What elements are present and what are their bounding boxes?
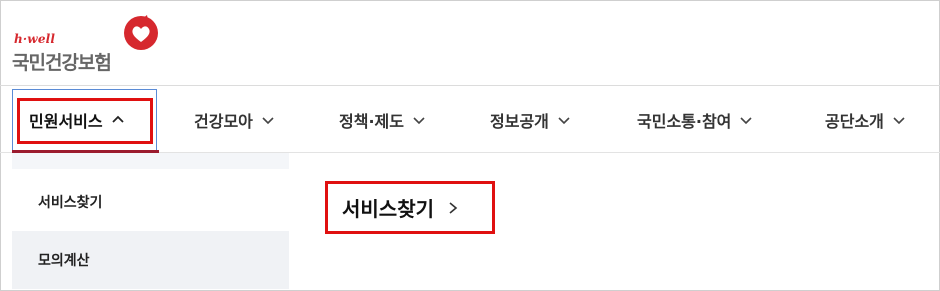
highlight-box-gnb <box>17 98 153 144</box>
gnb-item-disclosure[interactable]: 정보공개 <box>490 87 571 153</box>
gnb-item-label: 정보공개 <box>490 112 549 131</box>
submenu-item-label: 서비스찾기 <box>38 195 103 211</box>
gnb-item-label: 정책·제도 <box>339 112 404 131</box>
gnb-item-participation[interactable]: 국민소통·참여 <box>637 87 753 153</box>
chevron-down-icon <box>893 117 905 125</box>
gnb-item-label: 건강모아 <box>194 112 253 131</box>
gnb-item-policy[interactable]: 정책·제도 <box>339 87 426 153</box>
submenu-item-label: 모의계산 <box>38 253 90 269</box>
chevron-down-icon <box>262 117 274 125</box>
submenu-panel: 서비스찾기 모의계산 <box>12 153 289 291</box>
heart-logo-icon <box>124 15 158 50</box>
chevron-down-icon <box>413 117 425 125</box>
content-title-label: 서비스찾기 <box>342 197 434 221</box>
site-header: h·well 국민건강보험 <box>0 0 940 86</box>
logo-name: 국민건강보험 <box>12 52 112 74</box>
chevron-right-icon <box>449 201 458 214</box>
chevron-down-icon <box>740 117 752 125</box>
submenu-item-mock-calc[interactable]: 모의계산 <box>12 231 289 289</box>
gnb-item-health[interactable]: 건강모아 <box>194 87 275 153</box>
submenu-item-top <box>12 153 289 169</box>
gnb-item-about[interactable]: 공단소개 <box>825 87 906 153</box>
gnb-item-label: 국민소통·참여 <box>637 112 732 131</box>
submenu-item-find-service[interactable]: 서비스찾기 <box>12 179 289 225</box>
content-title-link[interactable]: 서비스찾기 <box>325 181 495 234</box>
gnb-item-label: 공단소개 <box>825 112 884 131</box>
logo[interactable]: h·well 국민건강보험 <box>12 14 172 74</box>
chevron-down-icon <box>558 117 570 125</box>
logo-tagline: h·well <box>14 32 56 46</box>
